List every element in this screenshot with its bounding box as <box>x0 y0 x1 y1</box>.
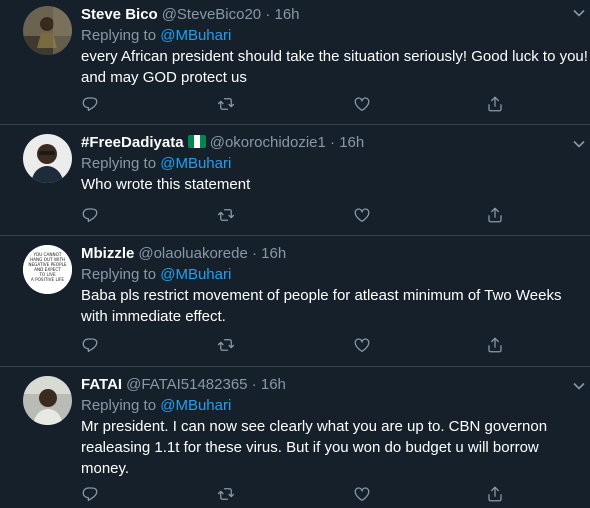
tweet-text: Baba pls restrict movement of people for… <box>81 285 590 327</box>
tweet-header: #FreeDadiyata @okorochidozie1 · 16h <box>81 133 590 153</box>
retweet-icon[interactable] <box>217 336 237 356</box>
tweet-text-line: realeasing 1.1t for these virus. But if … <box>81 439 539 456</box>
avatar[interactable]: YOU CANNOT HANG OUT WITH NEGATIVE PEOPLE… <box>23 245 72 294</box>
tweet-text-line: Who wrote this statement <box>81 176 251 193</box>
tweet-text-line: Mr president. I can now see clearly what… <box>81 418 548 435</box>
share-icon[interactable] <box>486 95 506 115</box>
timestamp[interactable]: 16h <box>261 376 286 393</box>
chevron-down-icon[interactable] <box>569 5 589 21</box>
action-bar <box>81 95 590 115</box>
display-name[interactable]: Mbizzle <box>81 245 134 262</box>
reply-prefix: Replying to <box>81 397 157 414</box>
chevron-down-icon[interactable] <box>569 378 589 394</box>
tweet-text-line: Baba pls restrict movement of people for… <box>81 287 562 304</box>
display-name[interactable]: Steve Bico <box>81 6 158 23</box>
share-icon[interactable] <box>486 206 506 226</box>
reply-icon[interactable] <box>81 336 101 356</box>
display-name[interactable]: FATAI <box>81 376 122 393</box>
reply-context: Replying to @MBuhari <box>81 395 590 416</box>
mention-link[interactable]: @MBuhari <box>160 397 231 414</box>
like-icon[interactable] <box>353 336 373 356</box>
reply-icon[interactable] <box>81 485 101 505</box>
tweet-text-line: money. <box>81 460 130 477</box>
reply-context: Replying to @MBuhari <box>81 25 590 46</box>
tweet[interactable]: YOU CANNOT HANG OUT WITH NEGATIVE PEOPLE… <box>0 237 590 367</box>
tweet[interactable]: Steve Bico @SteveBico20 · 16h Replying to… <box>0 0 590 125</box>
like-icon[interactable] <box>353 95 373 115</box>
tweet-text-line: every African president should take the … <box>81 48 588 65</box>
separator-dot: · <box>330 134 336 151</box>
display-name[interactable]: #FreeDadiyata <box>81 134 184 151</box>
action-bar <box>81 336 590 356</box>
user-handle[interactable]: @olaoluakorede <box>138 245 247 262</box>
reply-icon[interactable] <box>81 95 101 115</box>
retweet-icon[interactable] <box>217 95 237 115</box>
action-bar <box>81 206 590 226</box>
tweet-header: FATAI @FATAI51482365 · 16h <box>81 375 590 395</box>
like-icon[interactable] <box>353 485 373 505</box>
separator-dot: · <box>251 376 257 393</box>
timestamp[interactable]: 16h <box>339 134 364 151</box>
tweet-header: Mbizzle @olaoluakorede · 16h <box>81 244 590 264</box>
nigeria-flag-icon <box>187 135 206 148</box>
share-icon[interactable] <box>486 485 506 505</box>
user-handle[interactable]: @FATAI51482365 <box>126 376 247 393</box>
reply-prefix: Replying to <box>81 266 157 283</box>
separator-dot: · <box>265 6 271 23</box>
tweet-text: Who wrote this statement <box>81 174 590 195</box>
reply-prefix: Replying to <box>81 155 157 172</box>
reply-context: Replying to @MBuhari <box>81 153 590 174</box>
svg-text:A POSITIVE LIFE: A POSITIVE LIFE <box>31 277 65 282</box>
avatar[interactable] <box>23 376 72 425</box>
reply-icon[interactable] <box>81 206 101 226</box>
user-handle[interactable]: @SteveBico20 <box>162 6 261 23</box>
share-icon[interactable] <box>486 336 506 356</box>
tweet-text: every African president should take the … <box>81 46 590 88</box>
tweet-text-line: with immediate effect. <box>81 308 226 325</box>
reply-context: Replying to @MBuhari <box>81 264 590 285</box>
mention-link[interactable]: @MBuhari <box>160 27 231 44</box>
mention-link[interactable]: @MBuhari <box>160 155 231 172</box>
reply-prefix: Replying to <box>81 27 157 44</box>
timestamp[interactable]: 16h <box>275 6 300 23</box>
tweet-header: Steve Bico @SteveBico20 · 16h <box>81 5 590 25</box>
reply-feed: Steve Bico @SteveBico20 · 16h Replying to… <box>0 0 590 508</box>
timestamp[interactable]: 16h <box>261 245 286 262</box>
avatar[interactable] <box>23 6 72 55</box>
separator-dot: · <box>251 245 257 262</box>
tweet[interactable]: FATAI @FATAI51482365 · 16h Replying to @M… <box>0 368 590 508</box>
chevron-down-icon[interactable] <box>569 136 589 152</box>
retweet-icon[interactable] <box>217 485 237 505</box>
avatar[interactable] <box>23 134 72 183</box>
user-handle[interactable]: @okorochidozie1 <box>210 134 326 151</box>
tweet[interactable]: #FreeDadiyata @okorochidozie1 · 16h Repl… <box>0 126 590 236</box>
like-icon[interactable] <box>353 206 373 226</box>
tweet-text-line: and may GOD protect us <box>81 69 247 86</box>
avatar-quote-image: YOU CANNOT HANG OUT WITH NEGATIVE PEOPLE… <box>23 245 72 294</box>
retweet-icon[interactable] <box>217 206 237 226</box>
tweet-text: Mr president. I can now see clearly what… <box>81 416 590 479</box>
mention-link[interactable]: @MBuhari <box>160 266 231 283</box>
action-bar <box>81 485 590 505</box>
